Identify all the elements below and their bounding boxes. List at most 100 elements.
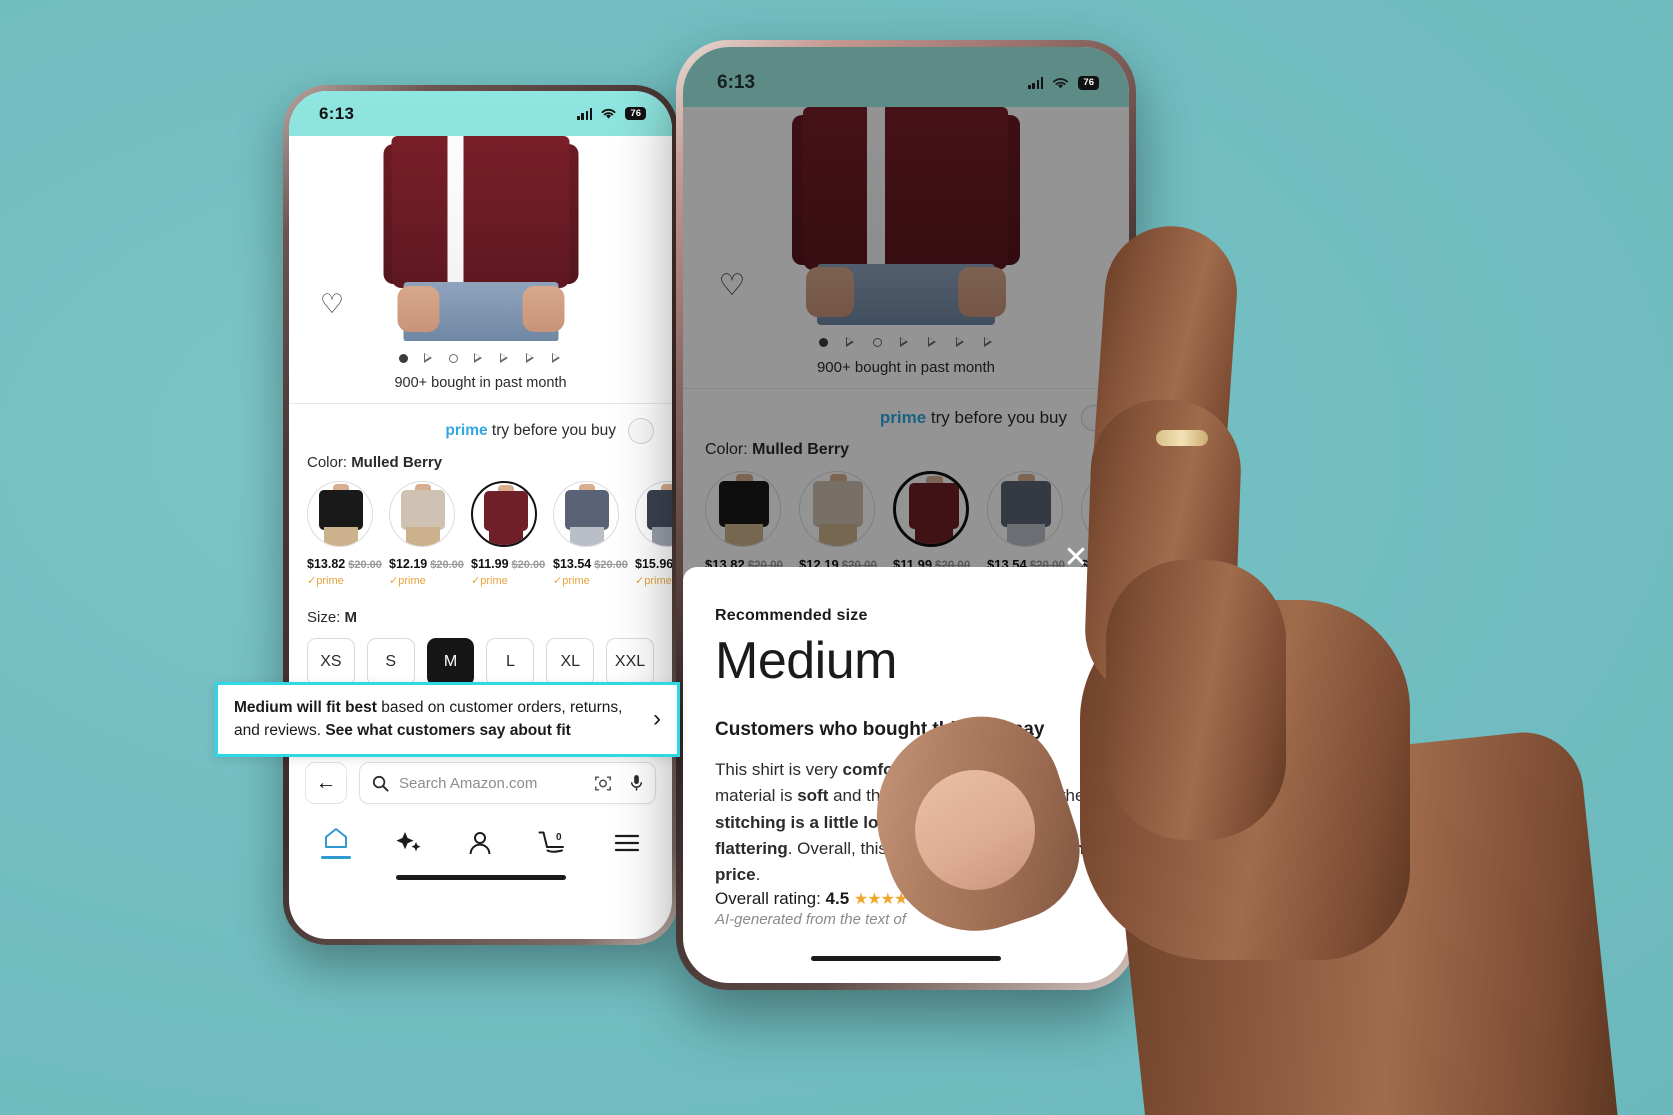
carousel-video-icon[interactable] [551, 352, 562, 364]
nav-item-rufus[interactable] [395, 830, 423, 856]
hamburger-menu-icon [614, 834, 639, 851]
size-option-m[interactable]: M [426, 638, 475, 686]
close-x-icon[interactable]: ✕ [1057, 539, 1095, 577]
shirt-torso [803, 107, 1008, 270]
battery-icon: 76 [625, 106, 646, 121]
color-swatch-black[interactable] [307, 481, 373, 547]
carousel-video-icon[interactable] [899, 336, 910, 348]
review-part: . [755, 865, 761, 885]
color-swatch-row[interactable] [289, 481, 672, 547]
carousel-video-icon[interactable] [983, 336, 994, 348]
product-photo [782, 107, 1030, 325]
carousel-dot-active[interactable] [818, 337, 828, 347]
search-input[interactable]: Search Amazon.com [359, 762, 656, 804]
carousel-dot[interactable] [449, 353, 458, 363]
product-hero-image[interactable]: ♡ [289, 136, 672, 341]
color-label-prefix: Color: [307, 454, 352, 471]
prime-banner-text: prime try before you buy [445, 422, 616, 440]
bottom-navigation-bar[interactable]: 0 [289, 814, 672, 865]
swatch-shirt [319, 490, 363, 530]
nav-item-account[interactable] [467, 830, 493, 856]
fit-tooltip-text: Medium will fit best based on customer o… [234, 696, 643, 743]
fit-recommendation-tooltip[interactable]: Medium will fit best based on customer o… [215, 682, 680, 757]
review-part: . However, the [975, 786, 1085, 806]
carousel-video-icon[interactable] [525, 352, 536, 364]
price-current: $13.54 $20.00 [553, 557, 628, 571]
size-option-s[interactable]: S [366, 638, 415, 686]
swatch-pants [1101, 524, 1129, 546]
model-hand-left [806, 267, 854, 317]
camera-icon[interactable] [594, 775, 612, 792]
prime-try-before-you-buy-row[interactable]: prime try before you buy [683, 389, 1129, 441]
recommended-size-modal: Recommended size Medium Customers who bo… [683, 567, 1129, 983]
swatch-pants [406, 527, 440, 546]
swatch-shirt [719, 481, 769, 527]
prime-logo: prime [445, 422, 488, 439]
nav-active-indicator [321, 856, 352, 859]
color-swatch-charcoal[interactable] [635, 481, 672, 547]
ai-generated-note: AI-generated from the text of [715, 910, 906, 928]
microphone-icon[interactable] [630, 774, 643, 792]
carousel-video-icon[interactable] [927, 336, 938, 348]
carousel-video-icon[interactable] [499, 352, 510, 364]
nav-item-menu[interactable] [614, 833, 640, 853]
heart-icon[interactable]: ♡ [717, 271, 747, 301]
size-option-xs[interactable]: XS [307, 638, 355, 686]
carousel-video-icon[interactable] [473, 352, 484, 364]
size-option-xl[interactable]: XL [546, 638, 595, 686]
carousel-video-icon[interactable] [423, 352, 434, 364]
review-part: . Overall, this shirt is a [787, 839, 960, 859]
shirt-torso [391, 136, 569, 288]
review-summary-text: This shirt is very comfortable and cozy.… [715, 757, 1097, 889]
color-swatch-oatmeal[interactable] [799, 471, 875, 547]
swatch-shirt [401, 490, 445, 530]
prime-banner-suffix: try before you buy [926, 408, 1067, 427]
sparkle-icon [396, 831, 421, 851]
color-swatch-oatmeal[interactable] [389, 481, 455, 547]
cellular-bars-icon [1028, 77, 1044, 89]
prime-badge: ✓prime [471, 575, 508, 587]
heart-icon[interactable]: ♡ [317, 289, 347, 319]
color-swatch-navy-slate[interactable] [553, 481, 619, 547]
prime-try-before-you-buy-row[interactable]: prime try before you buy [289, 404, 672, 454]
rating-value: 4.5 [825, 889, 850, 908]
fit-tooltip-cta: See what customers say about fit [325, 722, 571, 740]
carousel-video-icon[interactable] [955, 336, 966, 348]
color-swatch-black[interactable] [705, 471, 781, 547]
review-part-bold: fit is great [894, 786, 976, 806]
color-swatch-row[interactable] [683, 471, 1129, 547]
home-icon [325, 828, 348, 848]
color-swatch-charcoal[interactable] [1081, 471, 1129, 547]
prime-badge: ✓prime [635, 575, 672, 587]
chevron-right-icon[interactable]: › [643, 705, 661, 733]
size-option-l[interactable]: L [486, 638, 535, 686]
color-swatch-mulled-berry[interactable] [893, 471, 969, 547]
carousel-video-icon[interactable] [845, 336, 856, 348]
size-option-xxl[interactable]: XXL [606, 638, 654, 686]
nav-item-home[interactable] [321, 826, 352, 859]
review-part-bold: soft [797, 786, 829, 806]
reviews-heading: Customers who bought this size say [715, 719, 1045, 740]
phone-left-device: 6:13 76 ♡ 900+ bought in past month prim… [283, 85, 678, 945]
model-hand-right [958, 267, 1006, 317]
color-swatch-mulled-berry[interactable] [471, 481, 537, 547]
nav-item-cart[interactable]: 0 [538, 830, 570, 856]
status-indicators: 76 [1028, 76, 1099, 90]
status-indicators: 76 [577, 106, 646, 121]
cellular-bars-icon [577, 107, 593, 120]
image-carousel-dots[interactable] [289, 341, 672, 375]
size-selector[interactable]: XS S M L XL XXL [289, 638, 672, 686]
overall-rating-row: Overall rating: 4.5 ★★★★ [715, 889, 908, 909]
toggle-switch[interactable] [1081, 405, 1107, 431]
carousel-dot[interactable] [872, 337, 882, 347]
image-carousel-dots[interactable] [683, 325, 1129, 359]
carousel-dot-active[interactable] [399, 353, 408, 363]
review-part: This shirt is very [715, 760, 843, 779]
back-arrow-icon[interactable]: ← [305, 762, 347, 804]
swatch-shirt [647, 490, 672, 530]
price-was: $20.00 [430, 559, 464, 571]
product-hero-image[interactable]: ♡ [683, 107, 1129, 325]
color-swatch-navy-slate[interactable] [987, 471, 1063, 547]
home-indicator [811, 956, 1001, 961]
toggle-switch[interactable] [628, 418, 654, 444]
